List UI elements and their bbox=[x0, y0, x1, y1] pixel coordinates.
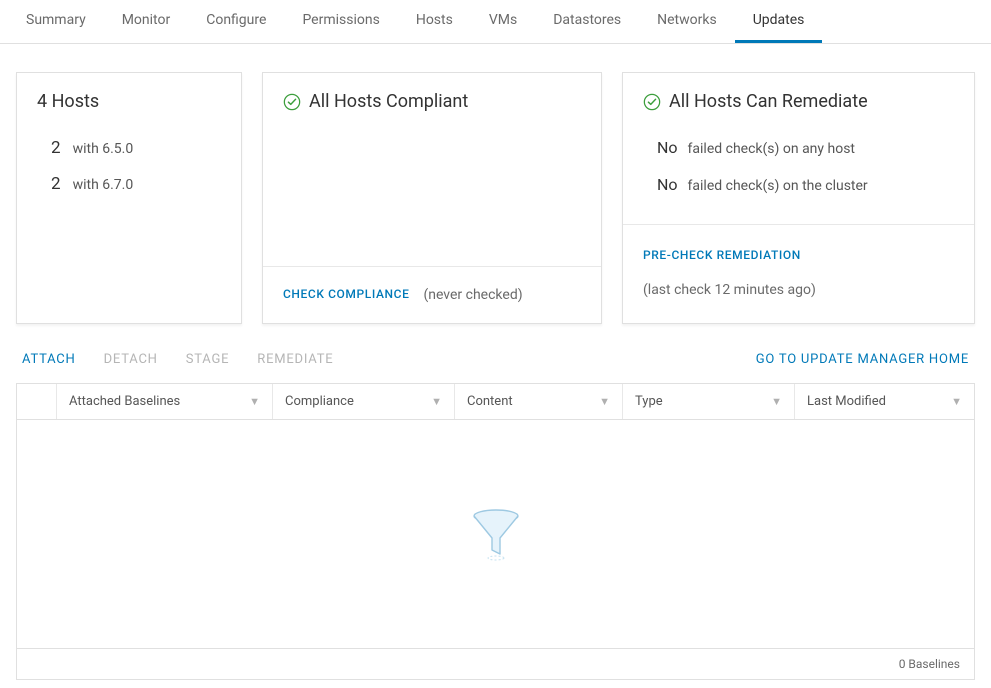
host-version-label: with 6.7.0 bbox=[73, 177, 134, 193]
funnel-icon bbox=[468, 506, 524, 562]
attach-button[interactable]: ATTACH bbox=[22, 352, 76, 367]
host-count: 2 bbox=[51, 174, 61, 194]
remediate-check-row: No failed check(s) on any host bbox=[643, 132, 954, 169]
tab-permissions[interactable]: Permissions bbox=[284, 0, 397, 43]
tab-summary[interactable]: Summary bbox=[8, 0, 104, 43]
remediate-check-desc: failed check(s) on any host bbox=[688, 141, 855, 157]
hosts-card: 4 Hosts 2 with 6.5.0 2 with 6.7.0 bbox=[16, 72, 242, 324]
stage-button[interactable]: STAGE bbox=[186, 352, 230, 367]
table-empty-state bbox=[17, 420, 974, 648]
remediate-no-label: No bbox=[657, 175, 678, 194]
select-all-column[interactable] bbox=[17, 384, 57, 419]
remediate-button[interactable]: REMEDIATE bbox=[257, 352, 333, 367]
remediate-title-text: All Hosts Can Remediate bbox=[669, 91, 868, 112]
tab-bar: Summary Monitor Configure Permissions Ho… bbox=[0, 0, 991, 44]
tab-vms[interactable]: VMs bbox=[471, 0, 535, 43]
check-circle-icon bbox=[643, 93, 661, 111]
goto-update-manager-link[interactable]: GO TO UPDATE MANAGER HOME bbox=[756, 352, 969, 367]
filter-icon[interactable]: ▼ bbox=[249, 395, 260, 408]
detach-button[interactable]: DETACH bbox=[104, 352, 158, 367]
precheck-remediation-button[interactable]: PRE-CHECK REMEDIATION bbox=[643, 245, 801, 265]
table-footer: 0 Baselines bbox=[17, 648, 974, 679]
compliance-last-check: (never checked) bbox=[423, 287, 522, 303]
compliance-title-text: All Hosts Compliant bbox=[309, 91, 468, 112]
compliance-card-title: All Hosts Compliant bbox=[263, 73, 601, 126]
baseline-count: 0 Baselines bbox=[899, 657, 960, 671]
filter-icon[interactable]: ▼ bbox=[599, 395, 610, 408]
host-count: 2 bbox=[51, 138, 61, 158]
remediate-card-title: All Hosts Can Remediate bbox=[623, 73, 974, 126]
check-compliance-button[interactable]: CHECK COMPLIANCE bbox=[283, 287, 409, 301]
column-label: Type bbox=[635, 394, 663, 409]
column-last-modified[interactable]: Last Modified ▼ bbox=[795, 384, 974, 419]
column-type[interactable]: Type ▼ bbox=[623, 384, 795, 419]
tab-datastores[interactable]: Datastores bbox=[535, 0, 639, 43]
check-circle-icon bbox=[283, 93, 301, 111]
column-compliance[interactable]: Compliance ▼ bbox=[273, 384, 455, 419]
column-label: Content bbox=[467, 394, 513, 409]
tab-updates[interactable]: Updates bbox=[735, 0, 823, 43]
host-version-row: 2 with 6.5.0 bbox=[37, 132, 221, 168]
column-label: Compliance bbox=[285, 394, 354, 409]
remediate-card: All Hosts Can Remediate No failed check(… bbox=[622, 72, 975, 324]
tab-networks[interactable]: Networks bbox=[639, 0, 735, 43]
host-version-label: with 6.5.0 bbox=[73, 141, 134, 157]
remediate-check-desc: failed check(s) on the cluster bbox=[688, 178, 868, 194]
host-version-row: 2 with 6.7.0 bbox=[37, 168, 221, 204]
column-attached-baselines[interactable]: Attached Baselines ▼ bbox=[57, 384, 273, 419]
baselines-table: Attached Baselines ▼ Compliance ▼ Conten… bbox=[16, 383, 975, 680]
column-label: Last Modified bbox=[807, 394, 886, 409]
tab-monitor[interactable]: Monitor bbox=[104, 0, 189, 43]
remediate-check-row: No failed check(s) on the cluster bbox=[643, 169, 954, 206]
tab-hosts[interactable]: Hosts bbox=[398, 0, 471, 43]
compliance-card: All Hosts Compliant CHECK COMPLIANCE (ne… bbox=[262, 72, 602, 324]
actions-bar: ATTACH DETACH STAGE REMEDIATE GO TO UPDA… bbox=[0, 342, 991, 383]
summary-cards: 4 Hosts 2 with 6.5.0 2 with 6.7.0 All Ho… bbox=[0, 44, 991, 342]
hosts-card-title: 4 Hosts bbox=[17, 73, 241, 126]
remediate-last-check: (last check 12 minutes ago) bbox=[643, 279, 816, 303]
column-content[interactable]: Content ▼ bbox=[455, 384, 623, 419]
remediate-no-label: No bbox=[657, 138, 678, 157]
tab-configure[interactable]: Configure bbox=[188, 0, 284, 43]
filter-icon[interactable]: ▼ bbox=[951, 395, 962, 408]
filter-icon[interactable]: ▼ bbox=[431, 395, 442, 408]
filter-icon[interactable]: ▼ bbox=[771, 395, 782, 408]
column-label: Attached Baselines bbox=[69, 394, 180, 409]
table-header-row: Attached Baselines ▼ Compliance ▼ Conten… bbox=[17, 384, 974, 420]
